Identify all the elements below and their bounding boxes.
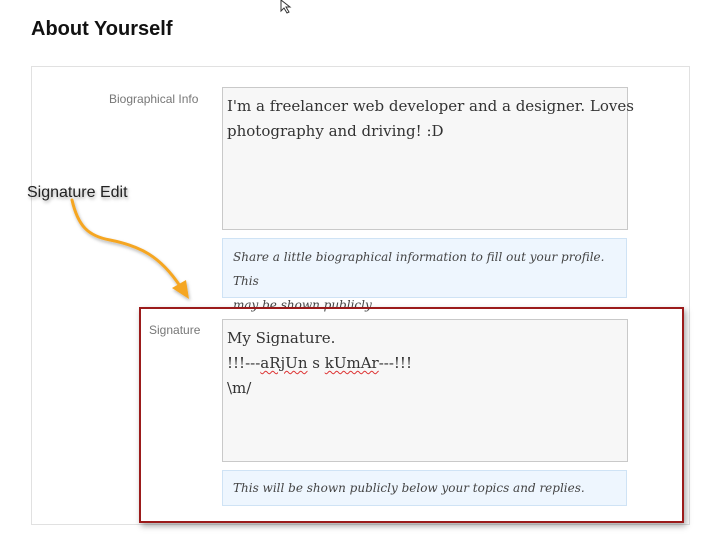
section-title: About Yourself	[31, 18, 173, 40]
bio-label: Biographical Info	[109, 92, 199, 106]
bio-hint: Share a little biographical information …	[222, 238, 627, 312]
annotation-highlight-box	[139, 307, 684, 523]
bio-text-line: photography and driving! :D	[227, 122, 444, 140]
bio-text-line: I'm a freelancer web developer and a des…	[227, 97, 634, 115]
curved-arrow-icon	[70, 198, 189, 299]
bio-hint-line: Share a little biographical information …	[233, 250, 605, 288]
mouse-pointer-icon	[280, 0, 292, 14]
bio-textarea[interactable]: I'm a freelancer web developer and a des…	[222, 87, 634, 230]
